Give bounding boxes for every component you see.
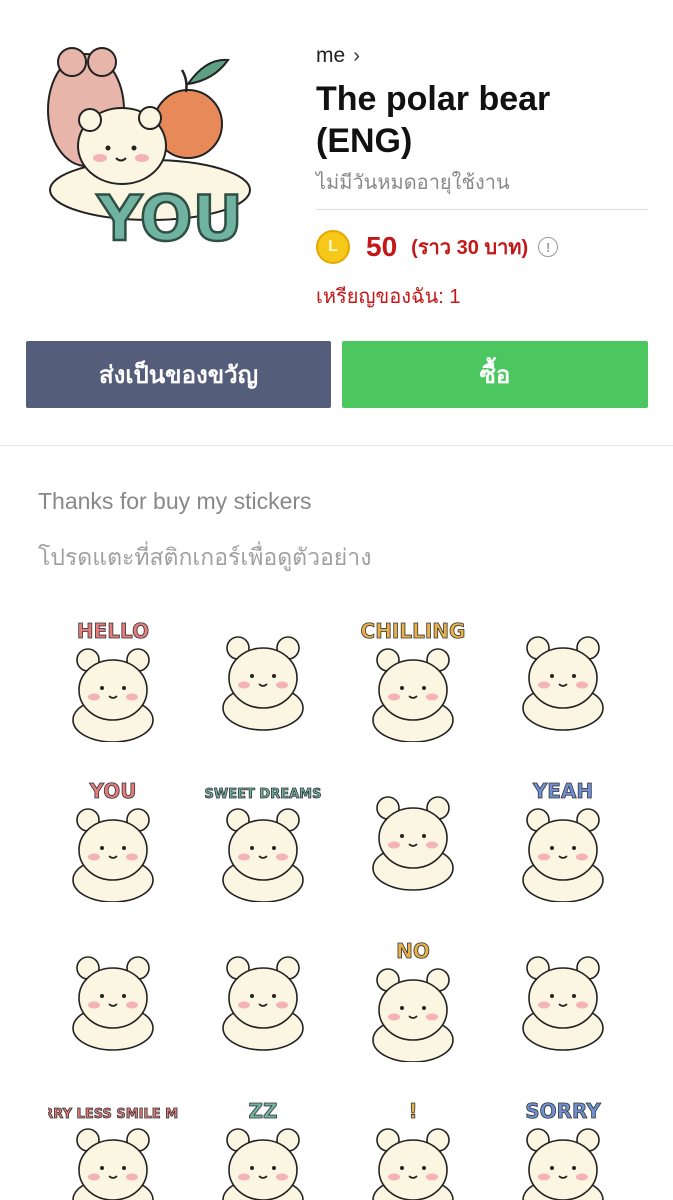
sticker-text: ZZ [248, 1099, 277, 1123]
bear-eating-sticker [222, 956, 304, 1051]
bear-standing-sticker [372, 796, 454, 891]
line-coin-icon: L [316, 230, 350, 264]
bear-hello-sticker: HELLO [72, 619, 154, 742]
validity-text: ไม่มีวันหมดอายุใช้งาน [316, 172, 510, 194]
sticker-text: YEAH [532, 779, 593, 803]
sticker-description: Thanks for buy my stickers [38, 488, 312, 514]
product-header: YOU me › The polar bear (ENG) ไม่มีวันหม… [0, 0, 673, 330]
price-row: L 50 (ราว 30 บาท) ! [316, 230, 559, 264]
sticker-text: SORRY [525, 1099, 601, 1123]
sticker-cell[interactable]: SORRY [488, 1092, 638, 1200]
sticker-cell[interactable]: YEAH [488, 772, 638, 932]
sticker-text: HELLO [77, 619, 149, 643]
price-value: 50 [366, 231, 398, 262]
sticker-cell[interactable]: CHILLING [338, 612, 488, 772]
sticker-cell[interactable]: HELLO [38, 612, 188, 772]
sticker-text: NO [396, 939, 430, 963]
sticker-text: SWEET DREAMS [205, 787, 322, 802]
sticker-cell[interactable]: SWEET DREAMS [188, 772, 338, 932]
sticker-cell[interactable] [188, 612, 338, 772]
bear-sweet-dreams-sticker: SWEET DREAMS [204, 787, 322, 902]
sticker-cell[interactable] [38, 932, 188, 1092]
sticker-title: The polar bear (ENG) [316, 80, 551, 160]
bear-surprised-sticker: ! [372, 1099, 454, 1200]
author-link[interactable]: me › [316, 44, 360, 68]
sticker-cell[interactable]: WORRY LESS SMILE MORE [38, 1092, 188, 1200]
sticker-cell[interactable] [488, 932, 638, 1092]
header-divider [316, 209, 648, 210]
bear-chilling-sticker: CHILLING [360, 619, 466, 742]
chevron-right-icon: › [353, 45, 360, 67]
sticker-cell[interactable]: YOU [38, 772, 188, 932]
sticker-grid: HELLO CHILLING YOU SWEET DREAMS YEAH NO WORRY … [38, 612, 638, 1200]
price-approx: (ราว 30 บาท) [411, 237, 529, 259]
sticker-cell[interactable]: NO [338, 932, 488, 1092]
sticker-text: WORRY LESS SMILE MORE [48, 1107, 178, 1122]
section-divider [0, 445, 673, 446]
sticker-shop-page: YOU me › The polar bear (ENG) ไม่มีวันหม… [0, 0, 673, 1200]
sticker-text: ! [408, 1099, 417, 1123]
sticker-cell[interactable] [188, 932, 338, 1092]
preview-hint: โปรดแตะที่สติกเกอร์เพื่อดูตัวอย่าง [38, 544, 372, 570]
author-name: me [316, 44, 346, 67]
send-gift-button[interactable]: ส่งเป็นของขวัญ [26, 341, 331, 408]
bear-no-sticker: NO [372, 939, 454, 1062]
sticker-cell[interactable]: ZZ [188, 1092, 338, 1200]
sticker-cell[interactable]: ! [338, 1092, 488, 1200]
bear-worry-less-sticker: WORRY LESS SMILE MORE [48, 1107, 178, 1200]
sticker-cell[interactable] [338, 772, 488, 932]
info-icon[interactable]: ! [538, 237, 559, 257]
my-coins-text: เหรียญของฉัน: 1 [316, 286, 461, 308]
sticker-cell[interactable] [488, 612, 638, 772]
bear-sorry-sticker: SORRY [522, 1099, 604, 1200]
bear-sleepy-sticker: ZZ [222, 1099, 304, 1200]
bear-covering-face-sticker [522, 636, 604, 731]
bear-hearts-sticker [522, 956, 604, 1051]
bear-party-hat-sticker [72, 956, 154, 1051]
bear-cape-sticker [222, 636, 304, 731]
bear-yeah-sticker: YEAH [522, 779, 604, 902]
main-sticker-image: YOU [38, 40, 288, 256]
bear-peach-you-sticker: YOU [72, 779, 154, 902]
main-sticker-you-text: YOU [96, 182, 243, 250]
sticker-text: CHILLING [361, 619, 466, 643]
buy-button[interactable]: ซื้อ [342, 341, 648, 408]
sticker-text: YOU [88, 779, 136, 803]
